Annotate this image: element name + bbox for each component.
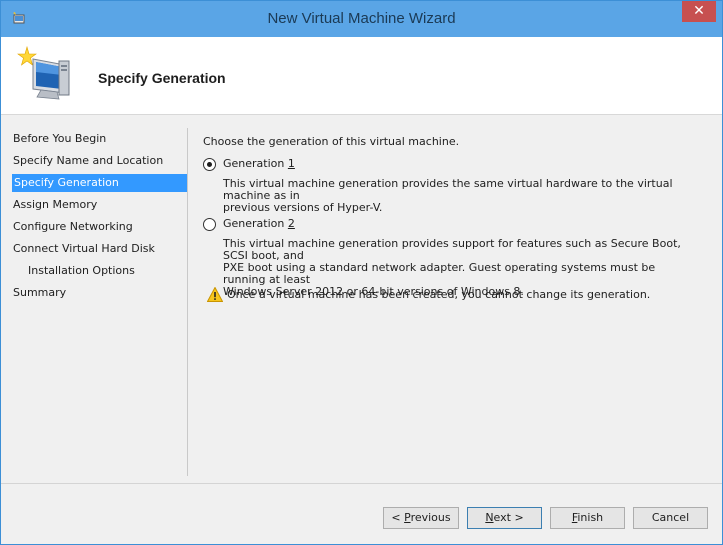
close-button[interactable]: ✕ <box>682 1 716 22</box>
title-bar[interactable]: New Virtual Machine Wizard ✕ <box>1 1 722 37</box>
wizard-steps-nav: Before You Begin Specify Name and Locati… <box>1 115 187 483</box>
nav-divider <box>187 128 188 476</box>
nav-item-summary[interactable]: Summary <box>1 284 187 302</box>
next-button[interactable]: Next > <box>467 507 542 529</box>
intro-text: Choose the generation of this virtual ma… <box>203 135 460 148</box>
nav-item-connect-vhd[interactable]: Connect Virtual Hard Disk <box>1 240 187 258</box>
wizard-header: Specify Generation <box>1 37 722 115</box>
generation-1-label[interactable]: Generation 1 <box>223 157 295 170</box>
page-title: Specify Generation <box>98 70 226 86</box>
nav-item-configure-networking[interactable]: Configure Networking <box>1 218 187 236</box>
nav-item-assign-memory[interactable]: Assign Memory <box>1 196 187 214</box>
nav-item-installation-options[interactable]: Installation Options <box>1 262 187 280</box>
generation-2-label[interactable]: Generation 2 <box>223 217 295 230</box>
radio-selected-dot <box>207 162 212 167</box>
warning-text: Once a virtual machine has been created,… <box>227 288 651 301</box>
wizard-window: New Virtual Machine Wizard ✕ Specify Gen… <box>0 0 723 545</box>
generation-2-radio[interactable] <box>203 218 216 231</box>
warning-icon <box>207 287 223 302</box>
close-icon: ✕ <box>693 3 705 19</box>
previous-button[interactable]: < Previous <box>383 507 459 529</box>
generation-1-description: This virtual machine generation provides… <box>223 177 673 214</box>
nav-item-specify-name[interactable]: Specify Name and Location <box>1 152 187 170</box>
footer-separator <box>1 483 722 484</box>
nav-item-before-you-begin[interactable]: Before You Begin <box>1 130 187 148</box>
window-title: New Virtual Machine Wizard <box>267 10 456 27</box>
nav-item-specify-generation[interactable]: Specify Generation <box>12 174 187 192</box>
wizard-computer-icon <box>17 45 70 100</box>
generation-1-radio[interactable] <box>203 158 216 171</box>
finish-button[interactable]: Finish <box>550 507 625 529</box>
cancel-button[interactable]: Cancel <box>633 507 708 529</box>
